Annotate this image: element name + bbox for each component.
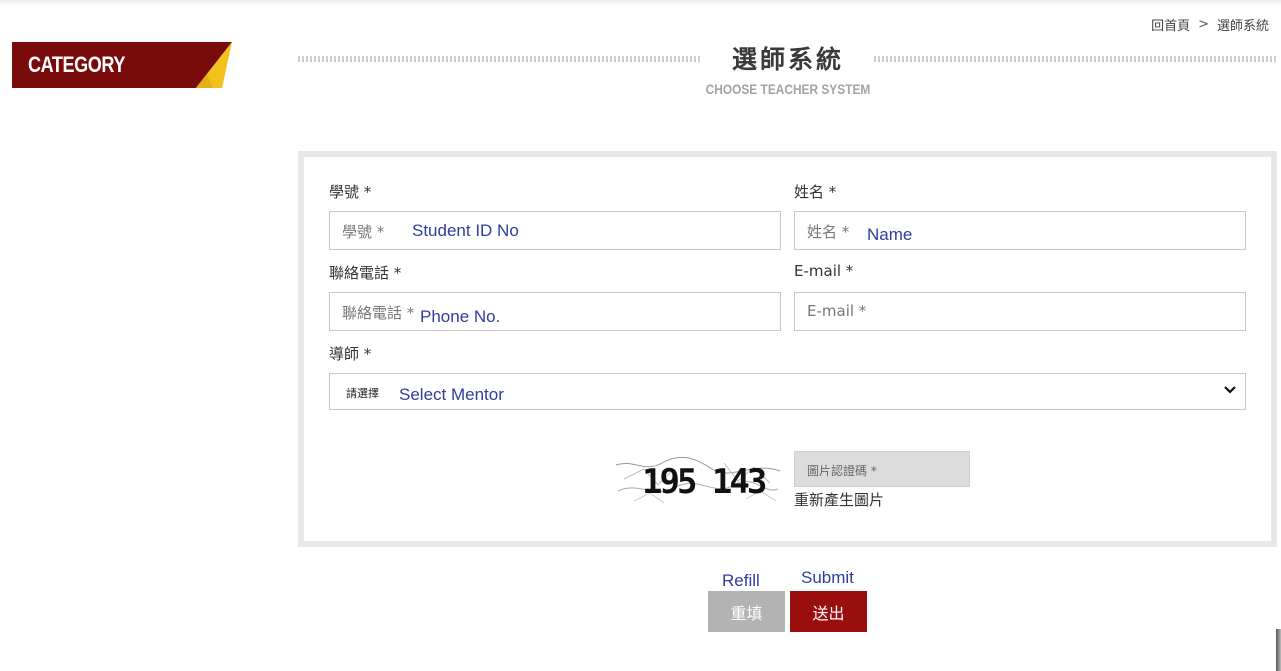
phone-input[interactable]: 聯絡電話 * Phone No. [329, 292, 781, 331]
page-subtitle: CHOOSE TEACHER SYSTEM [705, 81, 871, 97]
mentor-label: 導師 * [329, 345, 372, 363]
chevron-down-icon [1224, 386, 1236, 394]
mentor-select[interactable]: 請選擇 Select Mentor [329, 373, 1246, 410]
reset-annotation: Refill [722, 571, 760, 590]
student-id-annotation: Student ID No [412, 221, 519, 240]
reset-button[interactable]: 重填 [708, 591, 785, 632]
page-header: 選師系統 CHOOSE TEACHER SYSTEM [298, 38, 1276, 108]
page-title: 選師系統 [731, 45, 844, 74]
captcha-input[interactable]: 圖片認證碼 * [794, 451, 970, 487]
captcha-image: 195 143 [615, 456, 781, 504]
breadcrumb: 回首頁 > 選師系統 [1151, 15, 1269, 34]
title-divider-right [874, 56, 1276, 62]
captcha-code: 195 143 [642, 462, 766, 502]
regenerate-captcha-link[interactable]: 重新產生圖片 [794, 489, 884, 510]
phone-placeholder: 聯絡電話 * [342, 304, 415, 322]
breadcrumb-separator: > [1198, 17, 1209, 32]
submit-button[interactable]: 送出 [790, 591, 867, 632]
phone-annotation: Phone No. [420, 307, 501, 326]
category-label: CATEGORY [28, 52, 125, 77]
email-placeholder: E-mail * [807, 302, 867, 320]
student-id-input[interactable]: 學號 * Student ID No [329, 211, 781, 250]
phone-label: 聯絡電話 * [329, 264, 402, 282]
submit-annotation: Submit [801, 568, 854, 587]
email-input[interactable]: E-mail * [794, 292, 1246, 331]
breadcrumb-current: 選師系統 [1216, 19, 1269, 34]
category-banner: CATEGORY [12, 42, 232, 88]
name-input[interactable]: 姓名 * Name [794, 211, 1246, 250]
breadcrumb-home-link[interactable]: 回首頁 [1151, 15, 1190, 34]
student-id-placeholder: 學號 * [342, 223, 385, 241]
mentor-selected-value: 請選擇 [346, 387, 379, 400]
top-shadow [0, 0, 1281, 6]
captcha-placeholder: 圖片認證碼 * [807, 464, 877, 478]
scrollbar-edge [1276, 629, 1281, 671]
email-label: E-mail * [794, 262, 854, 280]
title-divider-left [298, 56, 702, 62]
name-label: 姓名 * [794, 183, 837, 201]
mentor-annotation: Select Mentor [399, 385, 504, 404]
name-placeholder: 姓名 * [807, 223, 850, 241]
name-annotation: Name [867, 225, 913, 244]
student-id-label: 學號 * [329, 183, 372, 201]
